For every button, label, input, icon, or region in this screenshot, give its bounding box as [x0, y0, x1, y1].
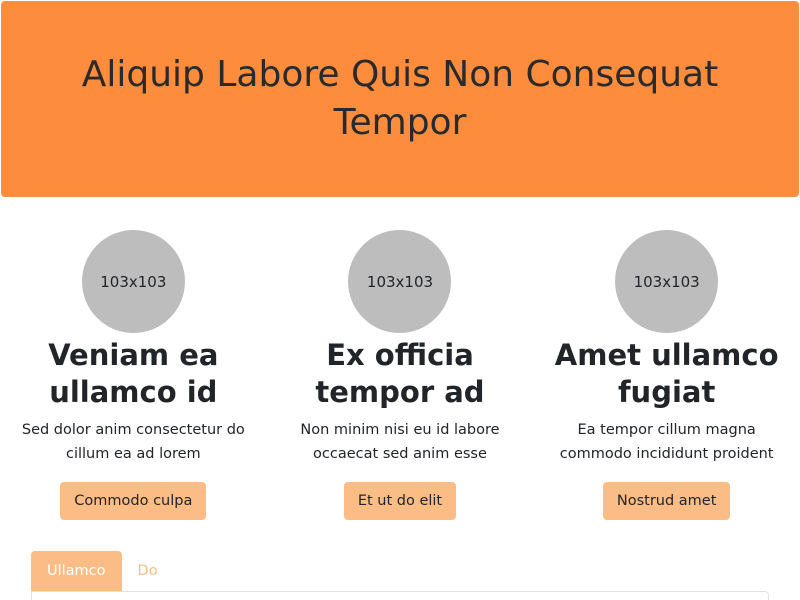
tab-ullamco[interactable]: Ullamco	[31, 551, 122, 591]
placeholder-image: 103x103	[81, 230, 185, 333]
tab-do[interactable]: Do	[122, 551, 174, 591]
nostrud-amet-button[interactable]: Nostrud amet	[602, 482, 731, 520]
placeholder-image-label: 103x103	[633, 272, 700, 291]
card-text: Non minim nisi eu id labore occaecat sed…	[300, 422, 500, 462]
tab-bar: Ullamco Do	[31, 551, 769, 591]
card-title: Veniam ea ullamco id	[48, 338, 219, 409]
placeholder-image-label: 103x103	[100, 272, 167, 291]
tab-panel	[31, 591, 769, 600]
hero-banner: Aliquip Labore Quis Non Consequat Tempor	[1, 1, 799, 197]
feature-card: 103x103 Veniam ea ullamco id Sed dolor a…	[0, 230, 267, 520]
tabs-container: Ullamco Do	[31, 551, 769, 600]
placeholder-image: 103x103	[348, 230, 452, 333]
page-title: Aliquip Labore Quis Non Consequat Tempor	[81, 54, 719, 143]
commodo-culpa-button[interactable]: Commodo culpa	[60, 482, 207, 520]
card-text: Ea tempor cillum magna commodo incididun…	[559, 422, 774, 462]
feature-card: 103x103 Amet ullamco fugiat Ea tempor ci…	[533, 230, 800, 520]
placeholder-image-label: 103x103	[366, 272, 434, 291]
feature-cards: 103x103 Veniam ea ullamco id Sed dolor a…	[0, 230, 800, 520]
card-title: Amet ullamco fugiat	[554, 338, 779, 409]
placeholder-image: 103x103	[615, 230, 719, 333]
et-ut-do-elit-button[interactable]: Et ut do elit	[343, 482, 457, 520]
feature-card: 103x103 Ex officia tempor ad Non minim n…	[267, 230, 534, 520]
card-text: Sed dolor anim consectetur do cillum ea …	[21, 422, 245, 462]
card-title: Ex officia tempor ad	[315, 338, 485, 409]
